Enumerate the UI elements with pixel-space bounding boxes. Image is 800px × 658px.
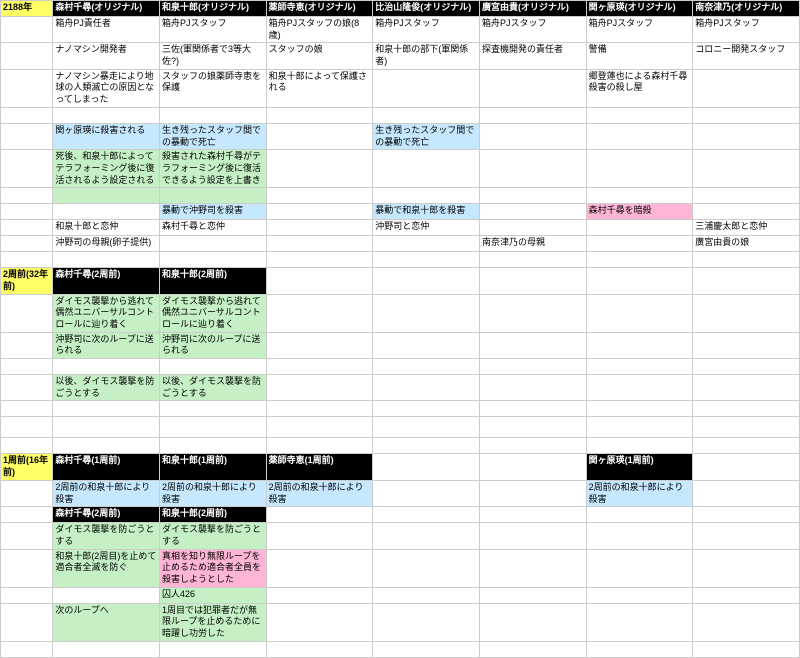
cell: 箱舟PJスタッフ (586, 17, 693, 43)
cell: 沖野司に次のループに送られる (53, 332, 160, 358)
header-row: 2周前(32年前) 森村千尋(2周前) 和泉十郎(2周前) (1, 268, 800, 294)
year-label: 1周前(16年前) (1, 454, 53, 480)
header-row: 2188年 森村千尋(オリジナル) 和泉十郎(オリジナル) 薬師寺恵(オリジナル… (1, 1, 800, 17)
cell: 死後、和泉十郎によってテラフォーミング後に復活されるよう設定される (53, 150, 160, 188)
cell: 以後、ダイモス襲撃を防ごうとする (159, 375, 266, 401)
year-label: 2周前(32年前) (1, 268, 53, 294)
cell: 2周前の和泉十郎により殺害 (266, 480, 373, 506)
cell: 郷登蓮也による森村千尋殺害の殺し屋 (586, 69, 693, 107)
cell: 生き残ったスタッフ間での暴動で死亡 (159, 123, 266, 149)
cell: 和泉十郎と恋仲 (53, 220, 160, 236)
cell: 真相を知り無限ループを止めるため適合者全員を殺害しようとした (159, 549, 266, 587)
cell: 関ヶ原瑛に殺害される (53, 123, 160, 149)
cell: コロニー開発スタッフ (693, 43, 800, 69)
cell: 探査機開発の責任者 (479, 43, 586, 69)
cell: 南奈津乃の母親 (479, 236, 586, 252)
col-h: 薬師寺恵(オリジナル) (266, 1, 373, 17)
cell: 暴動で沖野司を殺害 (159, 204, 266, 220)
cell: 警備 (586, 43, 693, 69)
cell: 殺害された森村千尋がテラフォーミング後に復活できるよう設定を上書き (159, 150, 266, 188)
cell: 1周目では犯罪者だが無限ループを止めるために暗躍し功労した (159, 603, 266, 641)
sub-h: 森村千尋(2周前) (53, 507, 160, 523)
col-h: 比治山隆俊(オリジナル) (373, 1, 480, 17)
cell: 廣宮由貴の娘 (693, 236, 800, 252)
cell: 箱舟PJスタッフ (693, 17, 800, 43)
cell: 生き残ったスタッフ間での暴動で死亡 (373, 123, 480, 149)
cell: 囚人426 (159, 587, 266, 603)
cell: 沖野司と恋仲 (373, 220, 480, 236)
divider (1, 417, 800, 438)
timeline-table: 2188年 森村千尋(オリジナル) 和泉十郎(オリジナル) 薬師寺恵(オリジナル… (0, 0, 800, 658)
cell: 和泉十郎によって保護される (266, 69, 373, 107)
col-h: 森村千尋(2周前) (53, 268, 160, 294)
cell: スタッフの娘 (266, 43, 373, 69)
col-h: 和泉十郎(1周前) (159, 454, 266, 480)
col-h: 森村千尋(1周前) (53, 454, 160, 480)
header-row: 1周前(16年前) 森村千尋(1周前) 和泉十郎(1周前) 薬師寺恵(1周前) … (1, 454, 800, 480)
cell: 三浦慶太郎と恋仲 (693, 220, 800, 236)
cell: 以後、ダイモス襲撃を防ごうとする (53, 375, 160, 401)
cell: 暴動で和泉十郎を殺害 (373, 204, 480, 220)
cell: 三佐(軍関係者で3等大佐?) (159, 43, 266, 69)
col-h: 和泉十郎(オリジナル) (159, 1, 266, 17)
cell: 箱舟PJ責任者 (53, 17, 160, 43)
cell: スタッフの娘薬師寺恵を保護 (159, 69, 266, 107)
cell: 沖野司の母親(卵子提供) (53, 236, 160, 252)
col-h: 薬師寺恵(1周前) (266, 454, 373, 480)
sub-h: 和泉十郎(2周前) (159, 507, 266, 523)
cell: 箱舟PJスタッフ (159, 17, 266, 43)
cell: ダイモス襲撃から逃れて偶然ユニバーサルコントロールに辿り着く (159, 294, 266, 332)
cell: ダイモス襲撃を防ごうとする (159, 523, 266, 549)
cell: ダイモス襲撃を防ごうとする (53, 523, 160, 549)
cell: 次のループへ (53, 603, 160, 641)
col-h: 和泉十郎(2周前) (159, 268, 266, 294)
cell: 箱舟PJスタッフの娘(8歳) (266, 17, 373, 43)
year-label: 2188年 (1, 1, 53, 17)
cell: 2周前の和泉十郎により殺害 (586, 480, 693, 506)
cell: 2周前の和泉十郎により殺害 (159, 480, 266, 506)
cell: 森村千尋を暗殺 (586, 204, 693, 220)
cell: 2周前の和泉十郎により殺害 (53, 480, 160, 506)
cell: 森村千尋と恋仲 (159, 220, 266, 236)
cell: 箱舟PJスタッフ (373, 17, 480, 43)
cell: ダイモス襲撃から逃れて偶然ユニバーサルコントロールに辿り着く (53, 294, 160, 332)
cell: ナノマシン開発者 (53, 43, 160, 69)
cell: 和泉十郎(2周目)を止めて適合者全滅を防ぐ (53, 549, 160, 587)
cell: 箱舟PJスタッフ (479, 17, 586, 43)
cell: ナノマシン暴走により地球の人類滅亡の原因となってしまった (53, 69, 160, 107)
col-h: 森村千尋(オリジナル) (53, 1, 160, 17)
col-h: 廣宮由貴(オリジナル) (479, 1, 586, 17)
col-h: 関ヶ原瑛(オリジナル) (586, 1, 693, 17)
col-h: 関ヶ原瑛(1周前) (586, 454, 693, 480)
cell: 沖野司に次のループに送られる (159, 332, 266, 358)
col-h: 南奈津乃(オリジナル) (693, 1, 800, 17)
cell: 和泉十郎の部下(軍関係者) (373, 43, 480, 69)
